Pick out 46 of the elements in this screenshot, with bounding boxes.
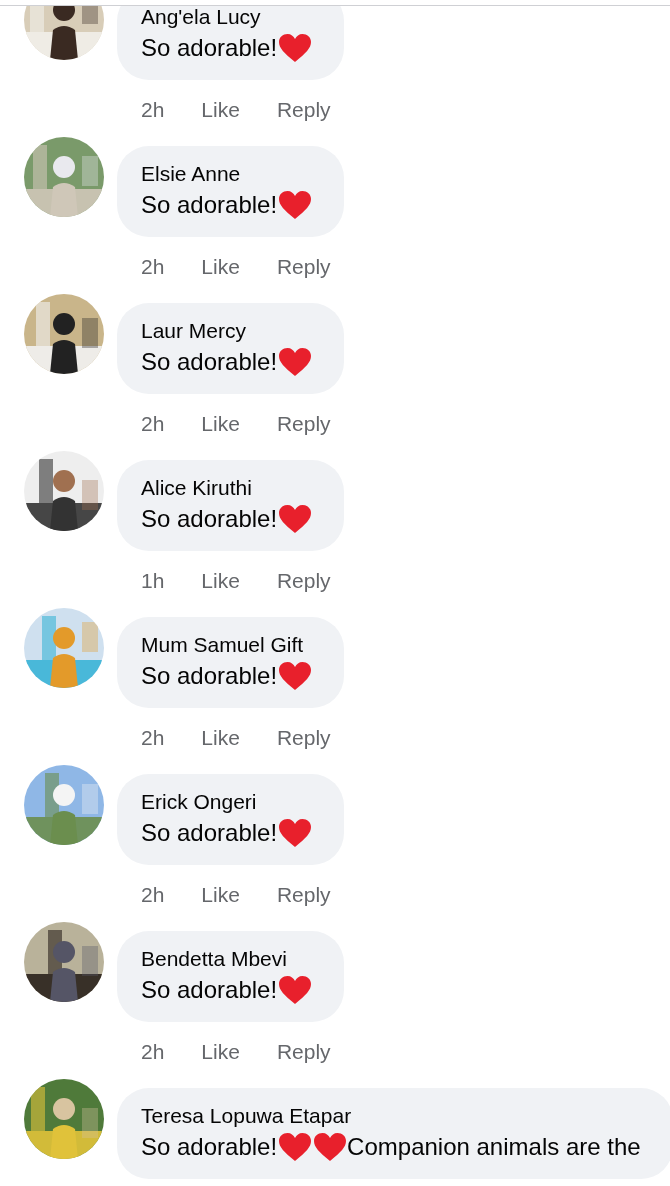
commenter-name: Mum Samuel Gift [141, 632, 304, 658]
reply-link[interactable]: Reply [276, 726, 331, 750]
like-link[interactable]: Like [201, 255, 240, 279]
heart-icon [278, 975, 313, 1005]
commenter-name: Bendetta Mbevi [141, 946, 287, 972]
heart-icon [278, 190, 313, 220]
heart-icon [278, 1132, 313, 1162]
like-link[interactable]: Like [201, 1040, 240, 1064]
commenter-name: Erick Ongeri [141, 789, 257, 815]
heart-icon [278, 347, 313, 377]
comment-text: So adorable! [141, 973, 313, 1007]
reply-link[interactable]: Reply [276, 883, 331, 907]
like-link[interactable]: Like [201, 98, 240, 122]
heart-icon [278, 661, 313, 691]
comment-text: So adorable! [141, 502, 313, 536]
reply-link[interactable]: Reply [276, 569, 331, 593]
commenter-name: Alice Kiruthi [141, 475, 252, 501]
like-link[interactable]: Like [201, 883, 240, 907]
comment-time: 1h [141, 569, 165, 593]
comment-time: 2h [141, 98, 165, 122]
comment-time: 2h [141, 883, 165, 907]
commenter-name: Ang'ela Lucy [141, 6, 261, 30]
commenter-name: Elsie Anne [141, 161, 241, 187]
comment-time: 2h [141, 255, 165, 279]
comment-text: So adorable! [141, 816, 313, 850]
comment-text: So adorable! [141, 31, 313, 65]
reply-link[interactable]: Reply [276, 1040, 331, 1064]
comment-text: So adorable! [141, 345, 313, 379]
heart-icon [313, 1132, 348, 1162]
comment-time: 2h [141, 726, 165, 750]
comment-time: 2h [141, 412, 165, 436]
comment-text: So adorable! [141, 659, 313, 693]
comment-text: So adorable! Companion animals are the [141, 1131, 641, 1164]
heart-icon [278, 504, 313, 534]
comment-time: 2h [141, 1040, 165, 1064]
reply-link[interactable]: Reply [276, 412, 331, 436]
comment-text: So adorable! [141, 188, 313, 222]
commenter-name: Teresa Lopuwa Etapar [141, 1103, 352, 1129]
heart-icon [278, 33, 313, 63]
reply-link[interactable]: Reply [276, 255, 331, 279]
reply-link[interactable]: Reply [276, 98, 331, 122]
heart-icon [278, 818, 313, 848]
like-link[interactable]: Like [201, 726, 240, 750]
like-link[interactable]: Like [201, 412, 240, 436]
like-link[interactable]: Like [201, 569, 240, 593]
commenter-name: Laur Mercy [141, 318, 247, 344]
